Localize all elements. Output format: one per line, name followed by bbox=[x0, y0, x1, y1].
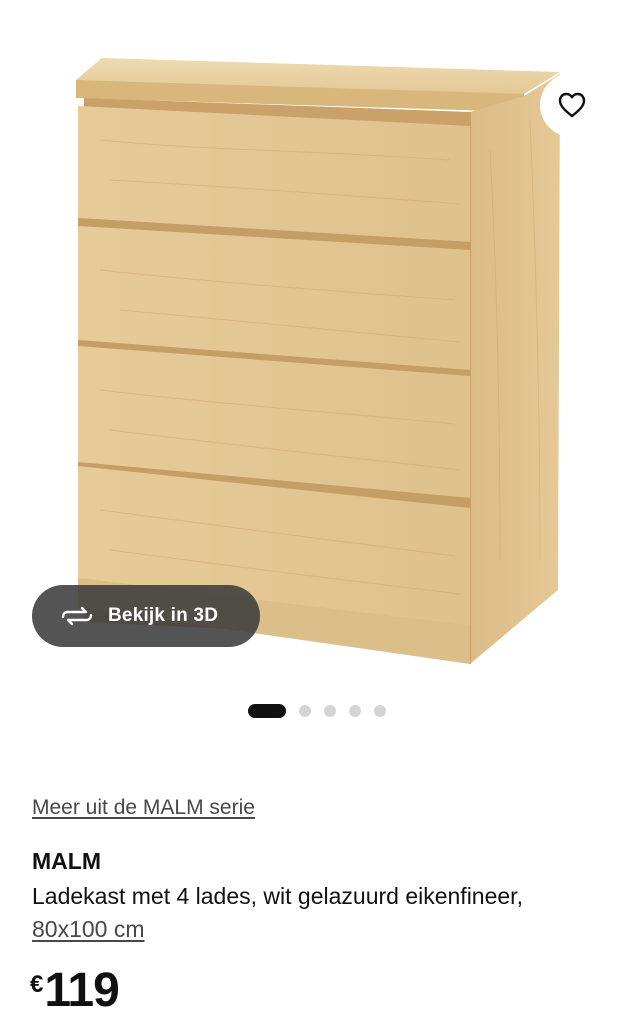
wishlist-button[interactable] bbox=[540, 73, 604, 137]
carousel-pagination bbox=[248, 704, 399, 718]
price-currency: € bbox=[30, 971, 44, 998]
view-3d-label: Bekijk in 3D bbox=[108, 605, 219, 626]
series-link[interactable]: Meer uit de MALM serie bbox=[32, 796, 255, 820]
carousel-dot-active[interactable] bbox=[248, 704, 286, 718]
carousel-dot[interactable] bbox=[324, 705, 336, 717]
carousel-dot[interactable] bbox=[374, 705, 386, 717]
heart-icon bbox=[558, 92, 586, 118]
price-amount: 119 bbox=[44, 964, 119, 1017]
product-name: MALM bbox=[32, 848, 101, 874]
product-description: Ladekast met 4 lades, wit gelazuurd eike… bbox=[32, 883, 523, 909]
product-size-link[interactable]: 80x100 cm bbox=[32, 916, 145, 942]
product-price: € 119 bbox=[30, 962, 120, 1020]
carousel-dot[interactable] bbox=[349, 705, 361, 717]
view-3d-button[interactable]: Bekijk in 3D bbox=[32, 585, 260, 647]
product-page: Bekijk in 3D Meer uit de MALM serie MALM… bbox=[0, 0, 636, 1024]
product-description-block: Ladekast met 4 lades, wit gelazuurd eike… bbox=[32, 880, 622, 946]
carousel-dot[interactable] bbox=[299, 705, 311, 717]
rotate-3d-icon bbox=[61, 606, 93, 626]
